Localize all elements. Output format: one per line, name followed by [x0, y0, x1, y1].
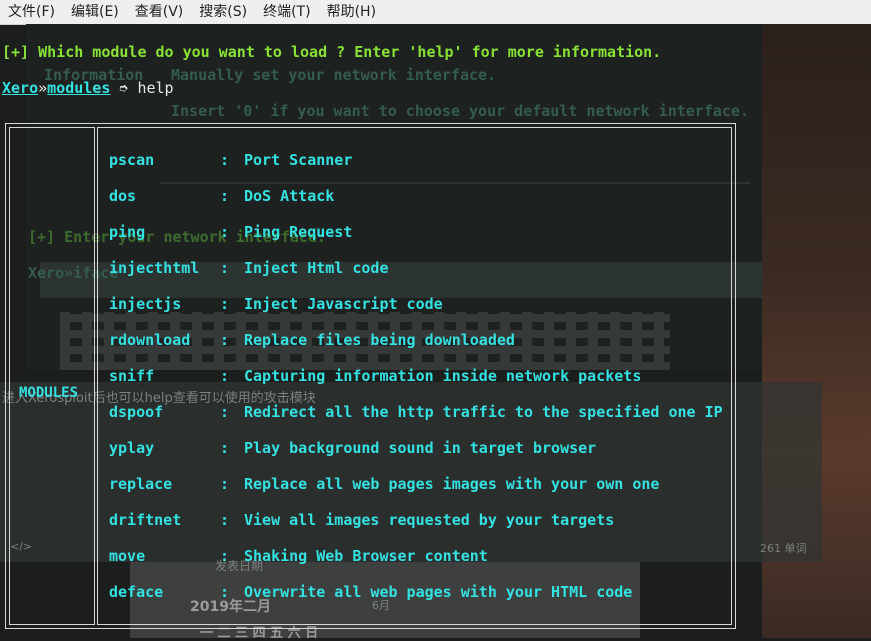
module-desc: Port Scanner: [244, 151, 353, 169]
module-name: dos: [109, 187, 137, 205]
module-colon: :: [220, 331, 230, 349]
menu-file[interactable]: 文件(F): [0, 0, 63, 24]
module-row: pscan: Port Scanner: [109, 150, 352, 170]
module-name: ping: [109, 223, 146, 241]
menu-help[interactable]: 帮助(H): [319, 0, 384, 24]
module-colon: :: [220, 403, 230, 421]
module-colon: :: [220, 187, 230, 205]
module-name: pscan: [109, 151, 155, 169]
module-colon: :: [220, 439, 230, 457]
prompt-command: help: [137, 79, 174, 97]
module-row: injectjs: Inject Javascript code: [109, 294, 443, 314]
module-name: injectjs: [109, 295, 182, 313]
module-desc: Redirect all the http traffic to the spe…: [244, 403, 723, 421]
module-name: dspoof: [109, 403, 164, 421]
module-row: move: Shaking Web Browser content: [109, 546, 488, 566]
module-desc: Overwrite all web pages with your HTML c…: [244, 583, 633, 601]
module-desc: View all images requested by your target…: [244, 511, 615, 529]
modules-header: MODULES: [19, 385, 79, 401]
module-row: dspoof: Redirect all the http traffic to …: [109, 402, 723, 422]
module-row: rdownload: Replace files being downloaded: [109, 330, 515, 350]
module-row: driftnet: View all images requested by yo…: [109, 510, 614, 530]
module-name: driftnet: [109, 511, 182, 529]
module-row: injecthtml: Inject Html code: [109, 258, 389, 278]
module-question: [+] Which module do you want to load ? E…: [2, 43, 662, 61]
module-desc: Replace all web pages images with your o…: [244, 475, 660, 493]
ghost-insert: Insert '0' if you want to choose your de…: [171, 102, 749, 120]
module-colon: :: [220, 583, 230, 601]
module-desc: Shaking Web Browser content: [244, 547, 488, 565]
module-colon: :: [220, 259, 230, 277]
prompt-separator: »: [38, 79, 48, 97]
module-desc: Replace files being downloaded: [244, 331, 515, 349]
module-desc: Ping Request: [244, 223, 353, 241]
module-colon: :: [220, 547, 230, 565]
menu-view[interactable]: 查看(V): [127, 0, 192, 24]
module-desc: Capturing information inside network pac…: [244, 367, 642, 385]
prompt-arrow-icon: ➮: [110, 79, 138, 97]
module-row: ping: Ping Request: [109, 222, 352, 242]
modules-header-cell: [9, 127, 95, 625]
module-colon: :: [220, 151, 230, 169]
ghost-manual: Manually set your network interface.: [171, 66, 497, 84]
module-colon: :: [220, 223, 230, 241]
menu-terminal[interactable]: 终端(T): [255, 0, 318, 24]
module-colon: :: [220, 367, 230, 385]
menu-edit[interactable]: 编辑(E): [63, 0, 127, 24]
ghost-wordcount: 261 单词: [760, 542, 807, 555]
module-desc: DoS Attack: [244, 187, 335, 205]
module-desc: Inject Html code: [244, 259, 389, 277]
module-name: move: [109, 547, 146, 565]
module-desc: Inject Javascript code: [244, 295, 443, 313]
module-name: injecthtml: [109, 259, 200, 277]
module-colon: :: [220, 295, 230, 313]
command-prompt[interactable]: Xero»modules ➮ help: [2, 79, 174, 97]
menu-bar: 文件(F) 编辑(E) 查看(V) 搜索(S) 终端(T) 帮助(H): [0, 0, 871, 25]
module-desc: Play background sound in target browser: [244, 439, 597, 457]
module-name: yplay: [109, 439, 155, 457]
module-name: deface: [109, 583, 164, 601]
prompt-host: Xero: [2, 79, 39, 97]
module-name: replace: [109, 475, 173, 493]
module-row: sniff: Capturing information inside netwo…: [109, 366, 641, 386]
module-row: replace: Replace all web pages images wit…: [109, 474, 659, 494]
module-row: yplay: Play background sound in target br…: [109, 438, 596, 458]
menu-search[interactable]: 搜索(S): [191, 0, 255, 24]
module-colon: :: [220, 475, 230, 493]
module-name: rdownload: [109, 331, 191, 349]
module-row: dos: DoS Attack: [109, 186, 334, 206]
module-name: sniff: [109, 367, 155, 385]
module-colon: :: [220, 511, 230, 529]
module-row: deface: Overwrite all web pages with your…: [109, 582, 632, 602]
prompt-module: modules: [47, 79, 111, 97]
